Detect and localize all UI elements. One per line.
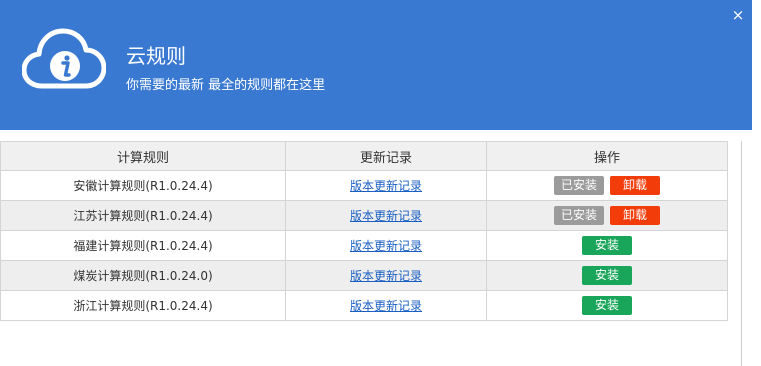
- table-row: 安徽计算规则(R1.0.24.4) 版本更新记录 已安装 卸载: [0, 170, 728, 201]
- rule-name: 安徽计算规则(R1.0.24.4): [0, 170, 286, 201]
- uninstall-button[interactable]: 卸载: [610, 206, 660, 225]
- changelog-link[interactable]: 版本更新记录: [350, 179, 422, 193]
- rule-name: 浙江计算规则(R1.0.24.4): [0, 290, 286, 321]
- cloud-info-icon: [22, 28, 106, 89]
- close-icon[interactable]: ×: [729, 5, 747, 25]
- column-header-rule: 计算规则: [0, 141, 286, 171]
- page-title: 云规则: [126, 44, 186, 68]
- table-header-row: 计算规则 更新记录 操作: [0, 141, 728, 171]
- column-header-action: 操作: [486, 141, 728, 171]
- install-button[interactable]: 安装: [582, 296, 632, 315]
- changelog-link[interactable]: 版本更新记录: [350, 209, 422, 223]
- changelog-link[interactable]: 版本更新记录: [350, 299, 422, 313]
- column-header-changelog: 更新记录: [285, 141, 487, 171]
- installed-button[interactable]: 已安装: [554, 206, 604, 225]
- install-button[interactable]: 安装: [582, 266, 632, 285]
- uninstall-button[interactable]: 卸载: [610, 176, 660, 195]
- rules-table: 计算规则 更新记录 操作 安徽计算规则(R1.0.24.4) 版本更新记录 已安…: [0, 141, 728, 321]
- page-subtitle: 你需要的最新 最全的规则都在这里: [126, 78, 326, 93]
- rule-name: 煤炭计算规则(R1.0.24.0): [0, 260, 286, 291]
- table-row: 浙江计算规则(R1.0.24.4) 版本更新记录 安装: [0, 290, 728, 321]
- installed-button[interactable]: 已安装: [554, 176, 604, 195]
- header-banner: 云规则 你需要的最新 最全的规则都在这里 ×: [0, 0, 752, 130]
- rule-name: 福建计算规则(R1.0.24.4): [0, 230, 286, 261]
- changelog-link[interactable]: 版本更新记录: [350, 269, 422, 283]
- changelog-link[interactable]: 版本更新记录: [350, 239, 422, 253]
- rule-name: 江苏计算规则(R1.0.24.4): [0, 200, 286, 231]
- window-edge: [752, 0, 761, 366]
- table-row: 江苏计算规则(R1.0.24.4) 版本更新记录 已安装 卸载: [0, 200, 728, 231]
- table-row: 煤炭计算规则(R1.0.24.0) 版本更新记录 安装: [0, 260, 728, 291]
- install-button[interactable]: 安装: [582, 236, 632, 255]
- table-row: 福建计算规则(R1.0.24.4) 版本更新记录 安装: [0, 230, 728, 261]
